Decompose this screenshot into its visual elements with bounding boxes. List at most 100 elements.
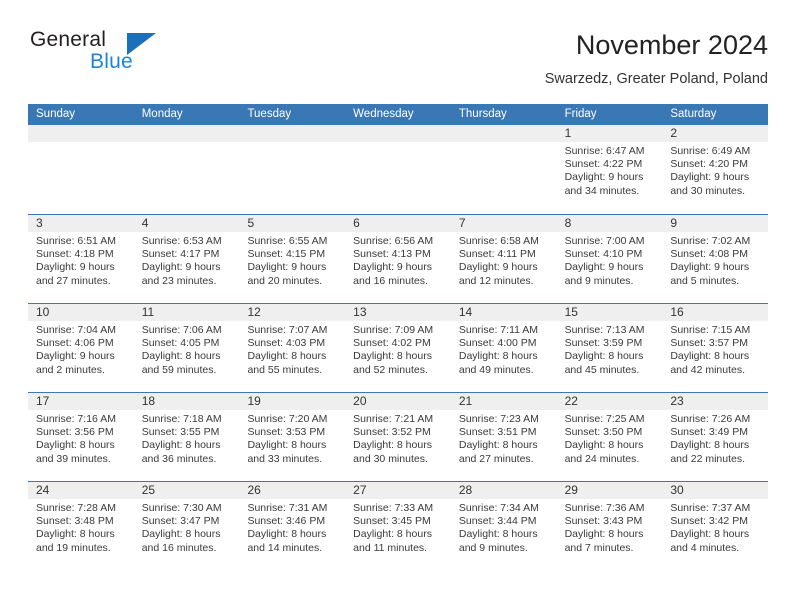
calendar-day-cell[interactable]: 28 Sunrise: 7:34 AM Sunset: 3:44 PM Dayligh…: [450, 482, 557, 570]
calendar-day-cell[interactable]: 19 Sunrise: 7:20 AM Sunset: 3:53 PM Dayligh…: [239, 393, 346, 481]
calendar-day-cell[interactable]: 29 Sunrise: 7:36 AM Sunset: 3:43 PM Dayligh…: [556, 482, 663, 570]
daylight-text-line1: Daylight: 9 hours: [36, 350, 115, 363]
calendar-day-cell[interactable]: 11 Sunrise: 7:06 AM Sunset: 4:05 PM Dayligh…: [133, 304, 240, 392]
daylight-text-line1: Daylight: 8 hours: [353, 528, 432, 541]
day-number: 3: [28, 215, 134, 232]
sunrise-text: Sunrise: 7:20 AM: [247, 413, 328, 425]
calendar-day-cell[interactable]: 6 Sunrise: 6:56 AM Sunset: 4:13 PM Daylight…: [345, 215, 451, 303]
daylight-text-line1: Daylight: 8 hours: [247, 350, 327, 363]
daylight-text-line1: Daylight: 8 hours: [36, 528, 115, 541]
day-sun-info: Sunrise: 7:11 AM Sunset: 4:00 PM Daylight:…: [451, 321, 557, 377]
day-sun-info: Sunrise: 6:51 AM Sunset: 4:18 PM Daylight:…: [28, 232, 134, 288]
daylight-text-line1: Daylight: 9 hours: [141, 261, 221, 274]
daylight-text-line1: Daylight: 8 hours: [141, 350, 221, 363]
calendar-day-cell[interactable]: 8 Sunrise: 7:00 AM Sunset: 4:10 PM Daylight…: [556, 215, 663, 303]
calendar-day-cell[interactable]: 2 Sunrise: 6:49 AM Sunset: 4:20 PM Daylight…: [662, 125, 769, 214]
page-header: General Blue November 2024 Swarzedz, Gre…: [28, 28, 768, 98]
calendar-day-cell[interactable]: 17 Sunrise: 7:16 AM Sunset: 3:56 PM Dayligh…: [28, 393, 134, 481]
daylight-text-line2: and 52 minutes.: [353, 363, 428, 376]
calendar-day-cell[interactable]: 16 Sunrise: 7:15 AM Sunset: 3:57 PM Dayligh…: [662, 304, 769, 392]
day-number: 22: [556, 393, 663, 410]
day-sun-info: Sunrise: 7:07 AM Sunset: 4:03 PM Daylight:…: [239, 321, 345, 377]
day-sun-info: Sunrise: 6:47 AM Sunset: 4:22 PM Daylight:…: [557, 142, 663, 198]
sunrise-text: Sunrise: 7:26 AM: [670, 413, 751, 425]
calendar-day-cell[interactable]: 3 Sunrise: 6:51 AM Sunset: 4:18 PM Daylight…: [28, 215, 134, 303]
daylight-text-line2: and 20 minutes.: [247, 274, 323, 287]
day-number: 10: [28, 304, 134, 321]
weekday-header-row: Sunday Monday Tuesday Wednesday Thursday…: [28, 104, 768, 125]
day-number: 9: [662, 215, 769, 232]
day-sun-info: Sunrise: 7:15 AM Sunset: 3:57 PM Daylight:…: [662, 321, 768, 377]
calendar-day-cell[interactable]: 4 Sunrise: 6:53 AM Sunset: 4:17 PM Daylight…: [133, 215, 240, 303]
daylight-text-line2: and 5 minutes.: [670, 274, 740, 287]
daylight-text-line2: and 45 minutes.: [564, 363, 640, 376]
daylight-text-line1: Daylight: 8 hours: [670, 439, 750, 452]
daylight-text-line1: Daylight: 8 hours: [564, 439, 644, 452]
day-number: 8: [556, 215, 663, 232]
calendar-day-cell-empty: [345, 125, 451, 214]
calendar-day-cell[interactable]: 20 Sunrise: 7:21 AM Sunset: 3:52 PM Dayligh…: [345, 393, 451, 481]
daylight-text-line2: and 49 minutes.: [458, 363, 534, 376]
daylight-text-line1: Daylight: 9 hours: [36, 261, 115, 274]
day-number: 14: [450, 304, 557, 321]
sunrise-text: Sunrise: 7:23 AM: [458, 413, 539, 425]
day-sun-info: Sunrise: 7:02 AM Sunset: 4:08 PM Daylight:…: [662, 232, 768, 288]
title-block: November 2024 Swarzedz, Greater Poland, …: [545, 28, 768, 90]
day-number: 2: [662, 125, 769, 142]
daylight-text-line2: and 2 minutes.: [36, 363, 105, 376]
sunrise-text: Sunrise: 7:04 AM: [36, 324, 116, 336]
calendar-day-cell[interactable]: 5 Sunrise: 6:55 AM Sunset: 4:15 PM Daylight…: [239, 215, 346, 303]
day-number: [450, 125, 557, 142]
day-number: 15: [556, 304, 663, 321]
sunrise-text: Sunrise: 7:36 AM: [564, 502, 645, 514]
day-sun-info: Sunrise: 6:49 AM Sunset: 4:20 PM Daylight:…: [662, 142, 768, 198]
weekday-header-tuesday: Tuesday: [247, 108, 292, 120]
day-sun-info: Sunrise: 7:20 AM Sunset: 3:53 PM Daylight:…: [239, 410, 345, 466]
daylight-text-line1: Daylight: 9 hours: [670, 171, 750, 184]
day-number: 7: [450, 215, 557, 232]
sunrise-text: Sunrise: 7:33 AM: [353, 502, 434, 514]
day-sun-info: Sunrise: 7:26 AM Sunset: 3:49 PM Daylight:…: [662, 410, 768, 466]
brand-logo[interactable]: General Blue: [28, 28, 288, 86]
calendar-day-cell[interactable]: 25 Sunrise: 7:30 AM Sunset: 3:47 PM Dayligh…: [133, 482, 240, 570]
daylight-text-line2: and 22 minutes.: [670, 452, 746, 465]
day-number: 6: [345, 215, 451, 232]
calendar-day-cell[interactable]: 15 Sunrise: 7:13 AM Sunset: 3:59 PM Dayligh…: [556, 304, 663, 392]
page-title: November 2024: [575, 30, 768, 60]
calendar-day-cell[interactable]: 7 Sunrise: 6:58 AM Sunset: 4:11 PM Daylight…: [450, 215, 557, 303]
calendar-day-cell[interactable]: 9 Sunrise: 7:02 AM Sunset: 4:08 PM Daylight…: [662, 215, 769, 303]
calendar-day-cell[interactable]: 24 Sunrise: 7:28 AM Sunset: 3:48 PM Dayligh…: [28, 482, 134, 570]
calendar-day-cell[interactable]: 12 Sunrise: 7:07 AM Sunset: 4:03 PM Dayligh…: [239, 304, 346, 392]
calendar-day-cell-empty: [28, 125, 134, 214]
sunrise-text: Sunrise: 6:51 AM: [36, 235, 116, 247]
sunrise-text: Sunrise: 7:15 AM: [670, 324, 751, 336]
day-number: 16: [662, 304, 769, 321]
calendar-day-cell[interactable]: 26 Sunrise: 7:31 AM Sunset: 3:46 PM Dayligh…: [239, 482, 346, 570]
sunrise-text: Sunrise: 7:28 AM: [36, 502, 116, 514]
calendar-day-cell[interactable]: 30 Sunrise: 7:37 AM Sunset: 3:42 PM Dayligh…: [662, 482, 769, 570]
sunset-text: Sunset: 4:02 PM: [353, 337, 431, 350]
sunrise-text: Sunrise: 7:11 AM: [458, 324, 539, 336]
day-number: 5: [239, 215, 346, 232]
calendar-day-cell[interactable]: 13 Sunrise: 7:09 AM Sunset: 4:02 PM Dayligh…: [345, 304, 451, 392]
day-number: 1: [556, 125, 663, 142]
calendar-day-cell[interactable]: 1 Sunrise: 6:47 AM Sunset: 4:22 PM Daylight…: [556, 125, 663, 214]
calendar-day-cell[interactable]: 27 Sunrise: 7:33 AM Sunset: 3:45 PM Dayligh…: [345, 482, 451, 570]
sunrise-text: Sunrise: 7:06 AM: [141, 324, 222, 336]
calendar-day-cell[interactable]: 10 Sunrise: 7:04 AM Sunset: 4:06 PM Dayligh…: [28, 304, 134, 392]
calendar-day-cell[interactable]: 23 Sunrise: 7:26 AM Sunset: 3:49 PM Dayligh…: [662, 393, 769, 481]
calendar-day-cell[interactable]: 18 Sunrise: 7:18 AM Sunset: 3:55 PM Dayligh…: [133, 393, 240, 481]
sunset-text: Sunset: 3:50 PM: [564, 426, 643, 439]
day-sun-info: Sunrise: 7:36 AM Sunset: 3:43 PM Daylight:…: [557, 499, 663, 555]
day-sun-info: Sunrise: 7:23 AM Sunset: 3:51 PM Daylight:…: [451, 410, 557, 466]
calendar-day-cell[interactable]: 14 Sunrise: 7:11 AM Sunset: 4:00 PM Dayligh…: [450, 304, 557, 392]
daylight-text-line2: and 9 minutes.: [458, 541, 528, 554]
calendar-day-cell[interactable]: 21 Sunrise: 7:23 AM Sunset: 3:51 PM Dayligh…: [450, 393, 557, 481]
sunset-text: Sunset: 4:22 PM: [564, 158, 643, 171]
day-number: 24: [28, 482, 134, 499]
calendar-day-cell[interactable]: 22 Sunrise: 7:25 AM Sunset: 3:50 PM Dayligh…: [556, 393, 663, 481]
weekday-header-monday: Monday: [141, 108, 183, 120]
sunrise-text: Sunrise: 6:49 AM: [670, 145, 751, 157]
calendar-week-row: 1 Sunrise: 6:47 AM Sunset: 4:22 PM Daylight…: [28, 125, 769, 214]
sunset-text: Sunset: 4:13 PM: [353, 248, 431, 261]
